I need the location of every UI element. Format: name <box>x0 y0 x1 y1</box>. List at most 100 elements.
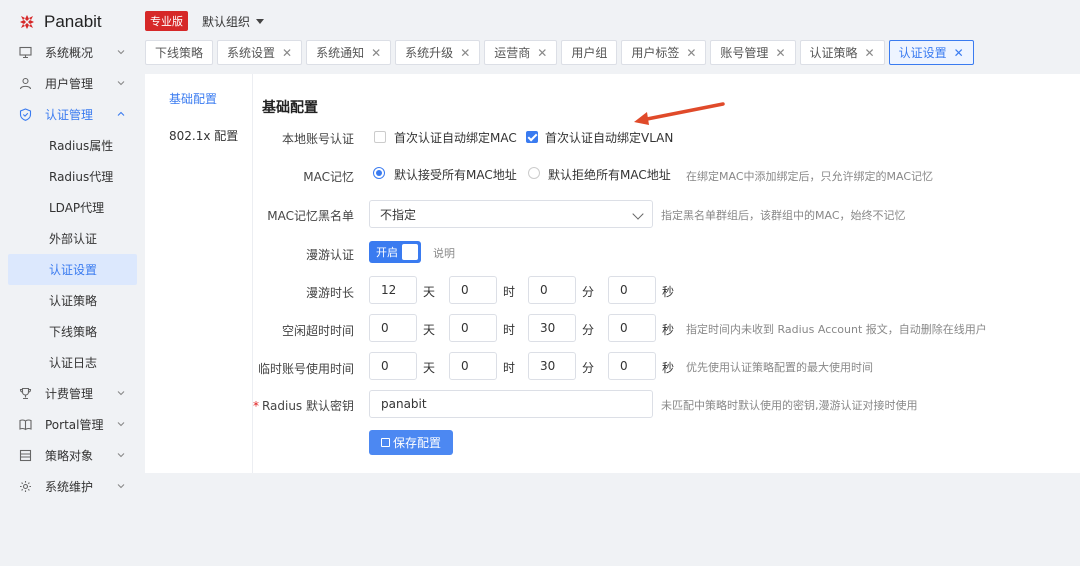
sidebar-item-system-overview[interactable]: 系统概况 <box>0 37 145 68</box>
tab-auth-policy[interactable]: 认证策略 ✕ <box>799 40 885 65</box>
roaming-auth-label: 漫游认证 <box>305 248 354 262</box>
sidebar: Panabit 系统概况 用户管理 认证管理 Radius属性 Radius代理… <box>0 0 145 566</box>
unit-minute: 分 <box>582 285 595 299</box>
toggle-knob <box>402 244 418 260</box>
tab-user-tags[interactable]: 用户标签 ✕ <box>621 40 707 65</box>
unit-second: 秒 <box>662 361 675 375</box>
tab-user-group[interactable]: 用户组 <box>561 40 618 65</box>
unit-day: 天 <box>423 323 436 337</box>
sidebar-subitem-auth-policy[interactable]: 认证策略 <box>0 285 145 316</box>
roaming-duration-label: 漫游时长 <box>305 286 354 300</box>
chevron-down-icon <box>632 208 644 220</box>
panabit-logo-icon <box>18 13 36 31</box>
logo: Panabit <box>18 11 102 33</box>
reject-all-mac-radio[interactable] <box>528 167 540 179</box>
temp-account-hint: 优先使用认证策略配置的最大使用时间 <box>686 361 873 374</box>
mac-blacklist-select[interactable]: 不指定 <box>369 200 653 228</box>
org-selector-label: 默认组织 <box>202 14 251 29</box>
sidebar-item-billing[interactable]: 计费管理 <box>0 378 145 409</box>
unit-second: 秒 <box>662 323 675 337</box>
roaming-days-input[interactable]: 12 <box>369 276 417 304</box>
mac-memory-hint: 在绑定MAC中添加绑定后，只允许绑定的MAC记忆 <box>686 170 934 183</box>
roaming-seconds-input[interactable]: 0 <box>608 276 656 304</box>
temp-hours-input[interactable]: 0 <box>449 352 497 380</box>
tab-system-notifications[interactable]: 系统通知 ✕ <box>306 40 392 65</box>
sidebar-item-user-management[interactable]: 用户管理 <box>0 68 145 99</box>
roaming-auth-toggle[interactable]: 开启 <box>369 241 421 263</box>
mac-memory-label: MAC记忆 <box>303 170 354 184</box>
sidebar-subitem-radius-proxy[interactable]: Radius代理 <box>0 161 145 192</box>
bind-vlan-checkbox[interactable] <box>526 131 538 143</box>
caret-down-icon <box>256 18 265 24</box>
chevron-down-icon <box>115 480 127 492</box>
sidebar-subitem-offline-policy[interactable]: 下线策略 <box>0 316 145 347</box>
close-icon[interactable]: ✕ <box>537 46 547 60</box>
topbar: 专业版 默认组织 <box>145 10 265 32</box>
bind-mac-checkbox[interactable] <box>374 131 386 143</box>
unit-minute: 分 <box>582 323 595 337</box>
tab-offline-policy[interactable]: 下线策略 <box>145 40 214 65</box>
mac-blacklist-label: MAC记忆黑名单 <box>267 209 354 223</box>
close-icon[interactable]: ✕ <box>775 46 785 60</box>
sidebar-subitem-external-auth[interactable]: 外部认证 <box>0 223 145 254</box>
idle-seconds-input[interactable]: 0 <box>608 314 656 342</box>
tab-account-management[interactable]: 账号管理 ✕ <box>710 40 796 65</box>
roaming-hours-input[interactable]: 0 <box>449 276 497 304</box>
edition-badge: 专业版 <box>145 11 188 31</box>
close-icon[interactable]: ✕ <box>865 46 875 60</box>
temp-seconds-input[interactable]: 0 <box>608 352 656 380</box>
temp-minutes-input[interactable]: 30 <box>528 352 576 380</box>
close-icon[interactable]: ✕ <box>371 46 381 60</box>
chevron-down-icon <box>115 46 127 58</box>
close-icon[interactable]: ✕ <box>282 46 292 60</box>
radius-secret-label: * Radius 默认密钥 <box>252 399 354 413</box>
sidebar-item-system-maintenance[interactable]: 系统维护 <box>0 471 145 502</box>
idle-timeout-hint: 指定时间内未收到 Radius Account 报文，自动删除在线用户 <box>686 323 987 336</box>
accept-all-mac-radio[interactable] <box>373 167 385 179</box>
idle-minutes-input[interactable]: 30 <box>528 314 576 342</box>
tab-bar: 下线策略 系统设置 ✕ 系统通知 ✕ 系统升级 ✕ 运营商 ✕ 用户组 用户标签 ✕ 账号… <box>145 40 978 65</box>
org-selector[interactable]: 默认组织 <box>202 13 265 30</box>
user-icon <box>18 77 32 91</box>
close-icon[interactable]: ✕ <box>686 46 696 60</box>
subnav-8021x-config[interactable]: 802.1x 配置 <box>169 127 238 144</box>
tab-system-settings[interactable]: 系统设置 ✕ <box>217 40 303 65</box>
temp-days-input[interactable]: 0 <box>369 352 417 380</box>
sidebar-subitem-ldap-proxy[interactable]: LDAP代理 <box>0 192 145 223</box>
save-icon <box>381 438 390 447</box>
bind-vlan-label: 首次认证自动绑定VLAN <box>545 131 674 145</box>
idle-timeout-label: 空闲超时时间 <box>281 324 354 338</box>
unit-second: 秒 <box>662 285 675 299</box>
gear-icon <box>18 480 32 494</box>
sidebar-item-portal[interactable]: Portal管理 <box>0 409 145 440</box>
radius-secret-input[interactable]: panabit <box>369 390 653 418</box>
local-account-label: 本地账号认证 <box>281 132 354 146</box>
chevron-down-icon <box>115 387 127 399</box>
unit-day: 天 <box>423 361 436 375</box>
sidebar-subitem-auth-log[interactable]: 认证日志 <box>0 347 145 378</box>
chevron-down-icon <box>115 77 127 89</box>
tab-carrier[interactable]: 运营商 ✕ <box>484 40 558 65</box>
sidebar-subitem-radius-attr[interactable]: Radius属性 <box>0 130 145 161</box>
sidebar-subitem-auth-settings[interactable]: 认证设置 <box>8 254 137 285</box>
monitor-icon <box>18 46 32 60</box>
roaming-help-link[interactable]: 说明 <box>433 245 455 261</box>
close-icon[interactable]: ✕ <box>954 46 964 60</box>
sidebar-item-auth-management[interactable]: 认证管理 <box>0 99 145 130</box>
unit-day: 天 <box>423 285 436 299</box>
close-icon[interactable]: ✕ <box>460 46 470 60</box>
list-icon <box>18 449 32 463</box>
accept-all-mac-label: 默认接受所有MAC地址 <box>394 168 517 182</box>
tab-system-upgrade[interactable]: 系统升级 ✕ <box>395 40 481 65</box>
sidebar-item-policy-objects[interactable]: 策略对象 <box>0 440 145 471</box>
subnav-basic-config[interactable]: 基础配置 <box>169 90 217 107</box>
roaming-minutes-input[interactable]: 0 <box>528 276 576 304</box>
idle-hours-input[interactable]: 0 <box>449 314 497 342</box>
temp-account-label: 临时账号使用时间 <box>257 362 354 376</box>
save-button[interactable]: 保存配置 <box>369 430 454 455</box>
brand-name: Panabit <box>44 12 102 31</box>
tab-auth-settings[interactable]: 认证设置 ✕ <box>888 40 974 65</box>
required-mark: * <box>252 399 259 413</box>
chevron-down-icon <box>115 449 127 461</box>
idle-days-input[interactable]: 0 <box>369 314 417 342</box>
